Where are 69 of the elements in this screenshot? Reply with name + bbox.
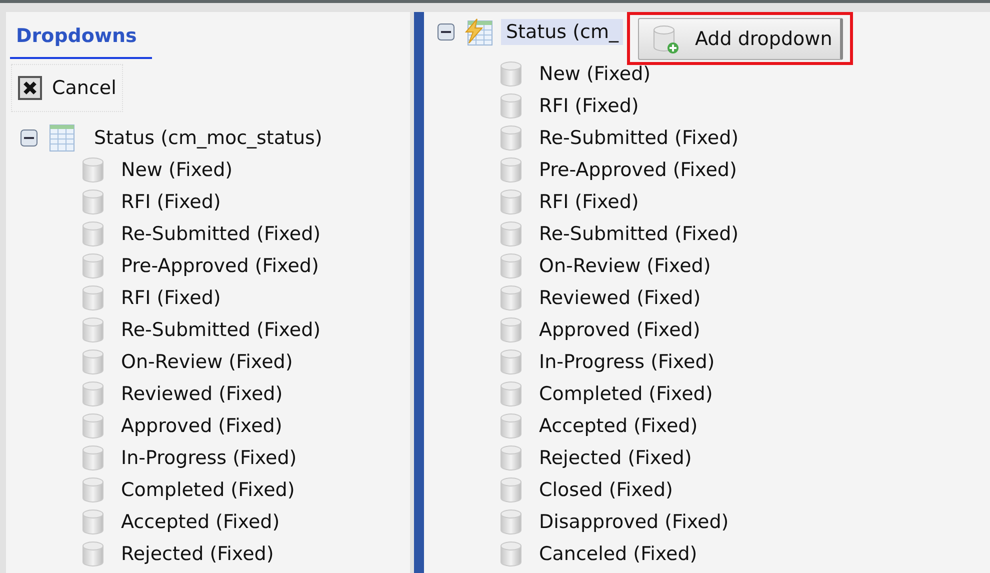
tree-item[interactable]: Canceled (Fixed) — [539, 543, 698, 565]
database-icon — [82, 317, 104, 343]
tree-item[interactable]: Reviewed (Fixed) — [121, 383, 283, 405]
database-icon — [500, 381, 522, 407]
database-icon — [82, 285, 104, 311]
database-icon — [82, 253, 104, 279]
tree-item[interactable]: Re-Submitted (Fixed) — [121, 319, 321, 341]
tree-item[interactable]: Accepted (Fixed) — [121, 511, 280, 533]
database-add-icon — [651, 24, 681, 54]
database-icon — [500, 413, 522, 439]
database-icon — [500, 157, 522, 183]
database-icon — [500, 125, 522, 151]
database-icon — [500, 509, 522, 535]
tree-item[interactable]: RFI (Fixed) — [121, 287, 221, 309]
tree-item[interactable]: Completed (Fixed) — [121, 479, 295, 501]
database-icon — [82, 477, 104, 503]
tree-item[interactable]: RFI (Fixed) — [121, 191, 221, 213]
database-icon — [500, 189, 522, 215]
database-icon — [82, 413, 104, 439]
tree-item[interactable]: Completed (Fixed) — [539, 383, 713, 405]
tree-item[interactable]: Re-Submitted (Fixed) — [539, 223, 739, 245]
tree-item[interactable]: Re-Submitted (Fixed) — [539, 127, 739, 149]
tree-item[interactable]: In-Progress (Fixed) — [121, 447, 297, 469]
cancel-button[interactable]: Cancel — [11, 64, 124, 112]
tree-item[interactable]: Closed (Fixed) — [539, 479, 673, 501]
collapse-icon[interactable] — [20, 129, 38, 147]
database-icon — [500, 93, 522, 119]
tree-root-item[interactable]: Status (cm_ — [501, 19, 624, 45]
tree-item[interactable]: Pre-Approved (Fixed) — [539, 159, 737, 181]
close-icon — [18, 76, 42, 100]
tree-item[interactable]: On-Review (Fixed) — [121, 351, 293, 373]
database-icon — [500, 541, 522, 567]
database-icon — [500, 317, 522, 343]
database-icon — [500, 349, 522, 375]
database-icon — [82, 157, 104, 183]
tree-item[interactable]: RFI (Fixed) — [539, 191, 639, 213]
database-icon — [82, 349, 104, 375]
database-icon — [82, 221, 104, 247]
tree-item[interactable]: Reviewed (Fixed) — [539, 287, 701, 309]
database-icon — [500, 477, 522, 503]
tree-item[interactable]: Approved (Fixed) — [539, 319, 700, 341]
tree-item[interactable]: New (Fixed) — [121, 159, 233, 181]
database-icon — [500, 445, 522, 471]
database-icon — [500, 221, 522, 247]
database-icon — [500, 285, 522, 311]
tree-item[interactable]: Disapproved (Fixed) — [539, 511, 729, 533]
table-icon — [49, 124, 75, 152]
tree-item[interactable]: RFI (Fixed) — [539, 95, 639, 117]
tree-item[interactable]: Pre-Approved (Fixed) — [121, 255, 319, 277]
tree-root-item[interactable]: Status (cm_moc_status) — [89, 125, 328, 151]
collapse-icon[interactable] — [437, 23, 455, 41]
database-icon — [82, 509, 104, 535]
add-dropdown-button[interactable]: Add dropdown — [638, 18, 844, 60]
tree-item[interactable]: Approved (Fixed) — [121, 415, 282, 437]
tree-item[interactable]: In-Progress (Fixed) — [539, 351, 715, 373]
table-lightning-icon — [463, 18, 493, 46]
tree-item[interactable]: Re-Submitted (Fixed) — [121, 223, 321, 245]
database-icon — [82, 541, 104, 567]
database-icon — [82, 189, 104, 215]
tree-item[interactable]: Rejected (Fixed) — [539, 447, 692, 469]
database-icon — [500, 253, 522, 279]
tree-item[interactable]: Rejected (Fixed) — [121, 543, 274, 565]
database-icon — [500, 61, 522, 87]
tree-item[interactable]: New (Fixed) — [539, 63, 651, 85]
panel-title: Dropdowns — [10, 25, 152, 59]
database-icon — [82, 381, 104, 407]
database-icon — [82, 445, 104, 471]
tree-item[interactable]: On-Review (Fixed) — [539, 255, 711, 277]
tree-item[interactable]: Accepted (Fixed) — [539, 415, 698, 437]
